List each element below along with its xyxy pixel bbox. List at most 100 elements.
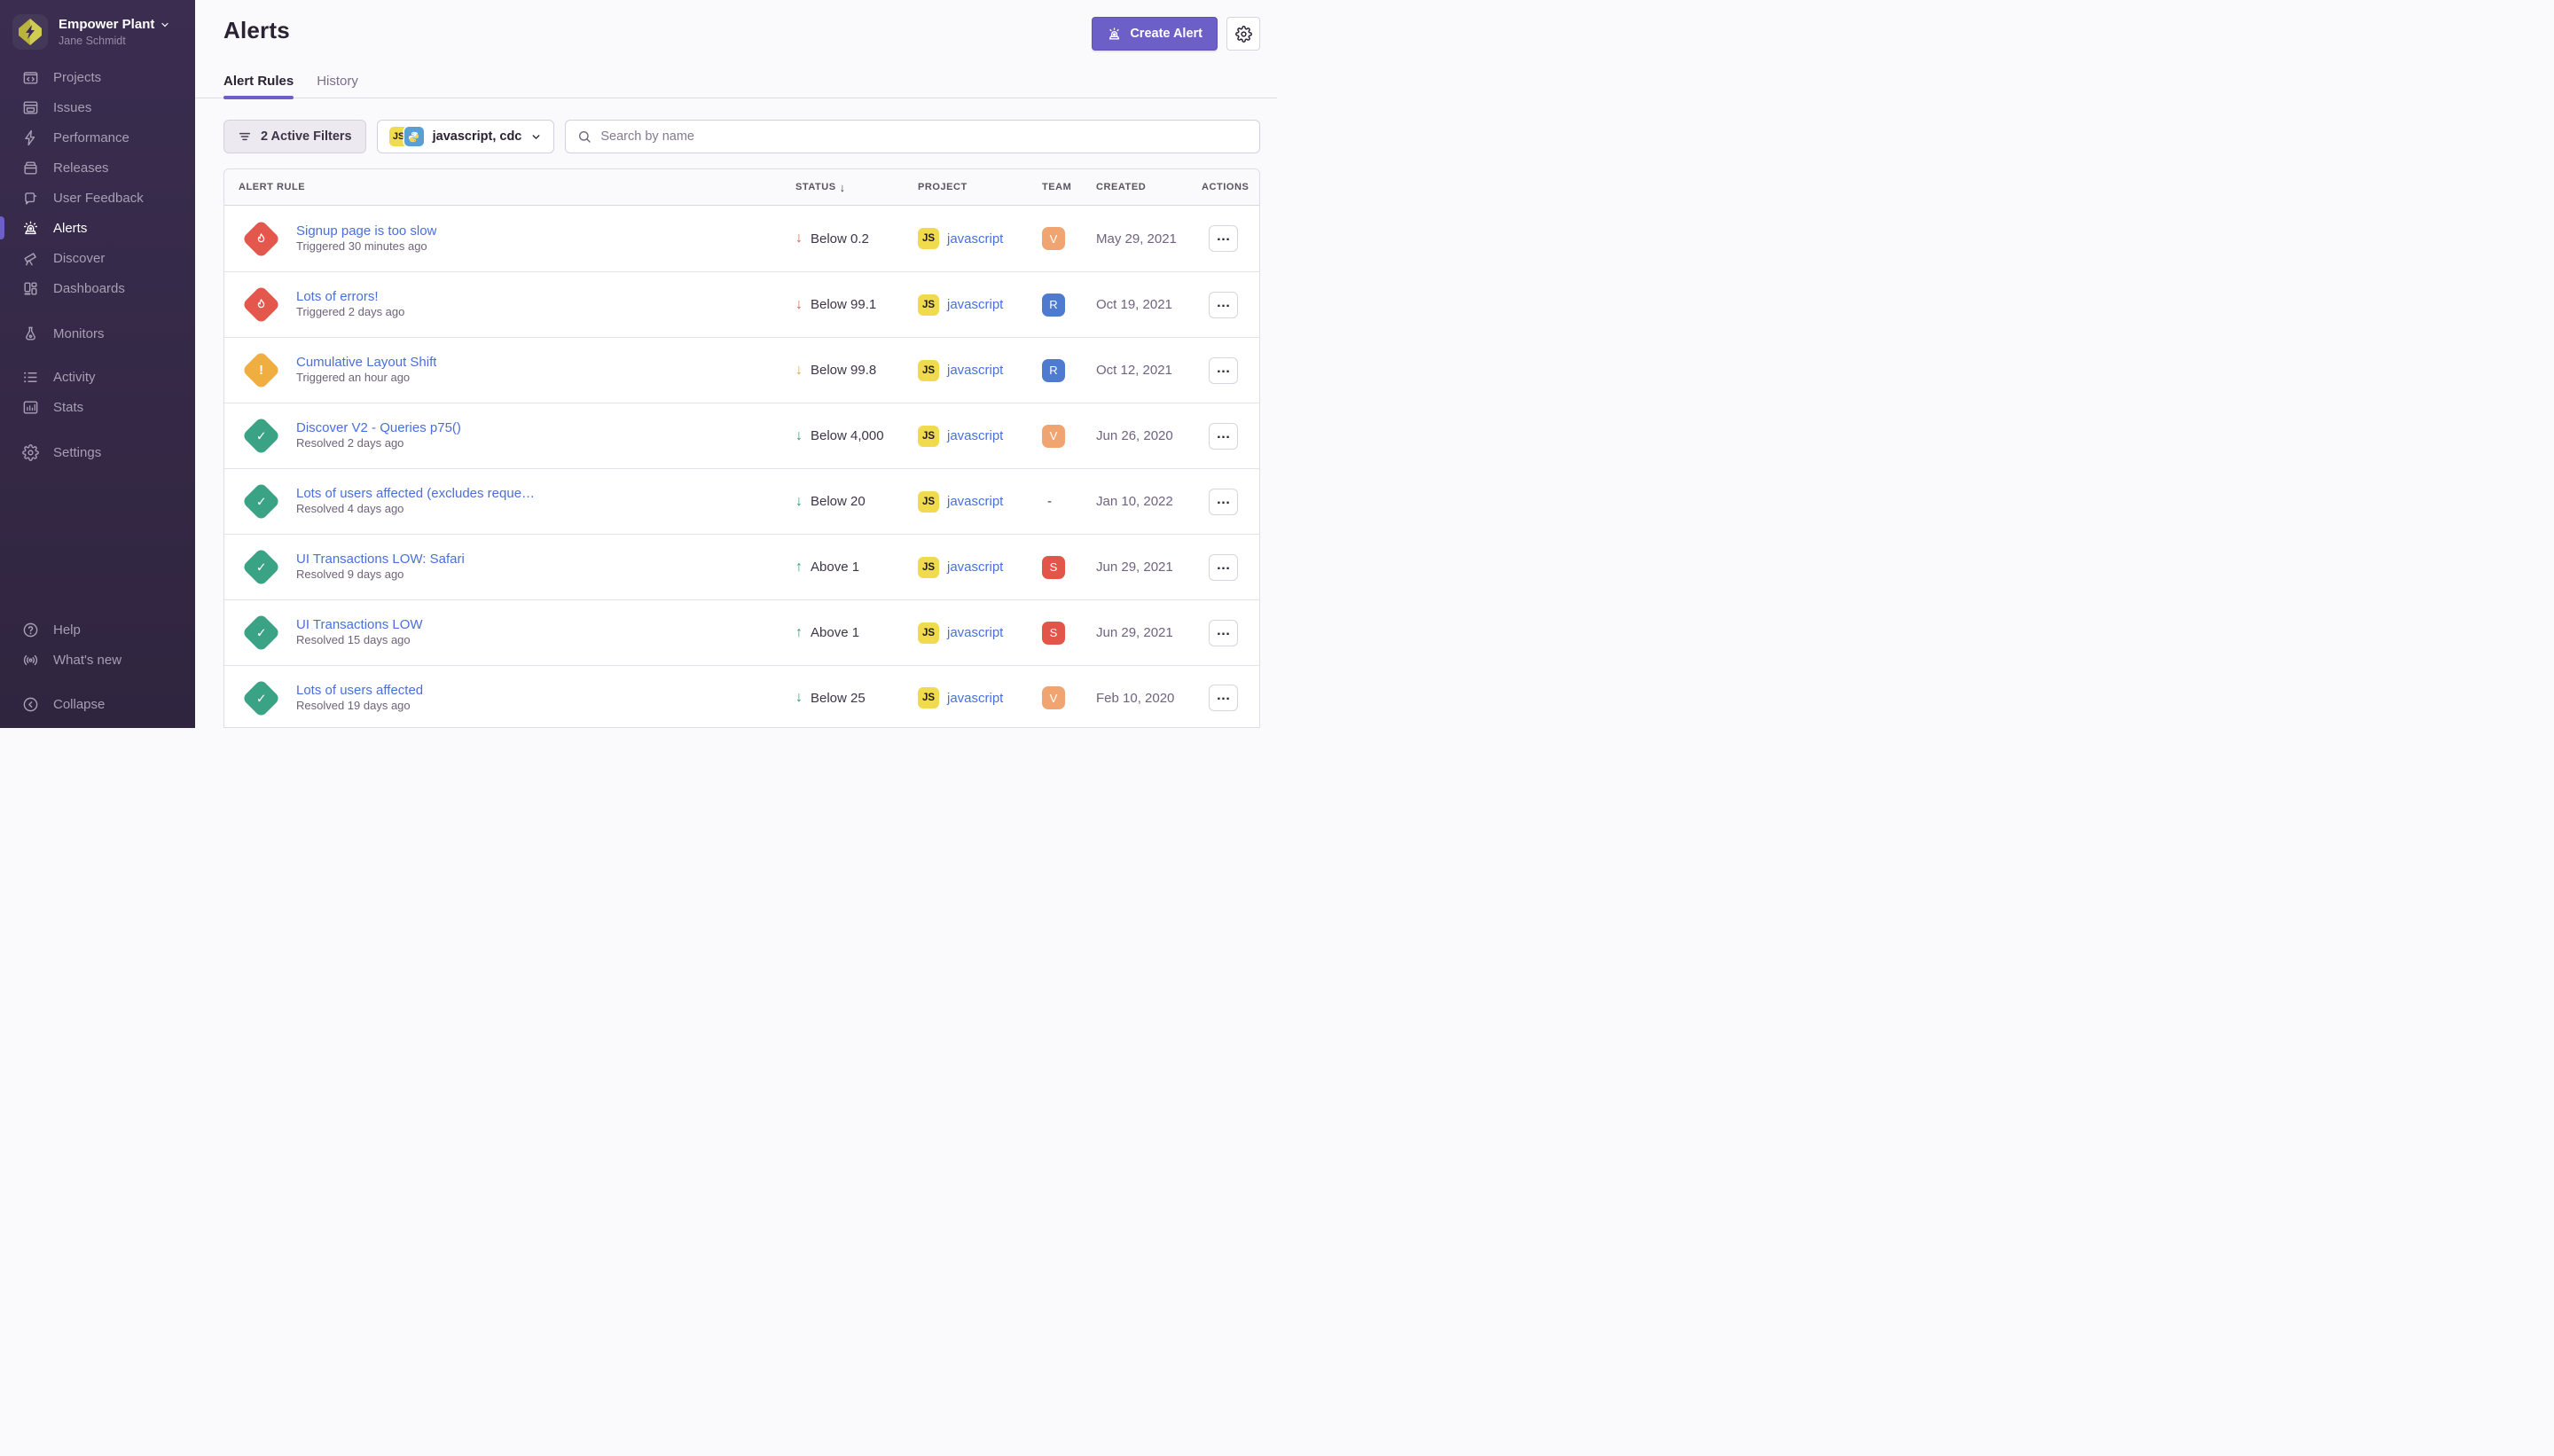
team-avatar[interactable]: R [1042,294,1065,317]
column-header-status[interactable]: Status↓ [795,181,918,194]
sidebar-item-issues[interactable]: Issues [0,92,195,122]
status-cell: ↓ Below 0.2 [795,231,918,247]
sidebar-item-collapse[interactable]: Collapse [0,689,195,719]
team-avatar[interactable]: V [1042,425,1065,448]
status-value: Above 1 [811,560,859,575]
status-value: Below 0.2 [811,231,869,247]
alert-rule-link[interactable]: Lots of users affected (excludes reque… [296,486,535,501]
user-feedback-icon [22,190,39,207]
team-avatar[interactable]: R [1042,359,1065,382]
active-filters-button[interactable]: 2 Active Filters [223,120,366,153]
chevron-down-icon [530,131,542,143]
table-row: ! ✓ Lots of errors! Triggered 2 days ago… [224,271,1259,337]
alert-rule-link[interactable]: Cumulative Layout Shift [296,355,436,370]
alert-severity-icon: ! ✓ [242,678,281,717]
sidebar-item-monitors[interactable]: Monitors [0,318,195,348]
table-row: ! ✓ UI Transactions LOW Resolved 15 days… [224,599,1259,665]
project-link[interactable]: javascript [947,691,1003,706]
alerts-settings-button[interactable] [1226,17,1260,51]
project-link[interactable]: javascript [947,297,1003,312]
team-cell: - [1042,494,1096,510]
row-actions-button[interactable]: … [1209,423,1238,450]
siren-icon [1107,27,1122,42]
column-header-project[interactable]: Project [918,182,1042,192]
org-switcher[interactable]: Empower Plant Jane Schmidt [0,11,195,62]
project-link[interactable]: javascript [947,428,1003,443]
column-header-created[interactable]: Created [1096,182,1202,192]
org-user-name: Jane Schmidt [59,35,170,48]
status-value: Below 4,000 [811,428,884,443]
tab-alert-rules[interactable]: Alert Rules [223,74,294,98]
sidebar-item-settings[interactable]: Settings [0,437,195,467]
javascript-platform-icon: JS [918,491,939,513]
project-cell: JS javascript [918,228,1042,249]
status-cell: ↑ Above 1 [795,625,918,641]
status-cell: ↓ Below 25 [795,690,918,706]
projects-icon [22,69,39,86]
sidebar-item-releases[interactable]: Releases [0,153,195,183]
alert-rule-link[interactable]: Lots of errors! [296,289,404,304]
team-avatar[interactable]: S [1042,556,1065,579]
sidebar-item-projects[interactable]: Projects [0,62,195,92]
team-avatar[interactable]: S [1042,622,1065,645]
alert-rule-subtitle: Triggered 2 days ago [296,305,404,318]
empower-plant-logo-icon [15,17,45,47]
row-actions-button[interactable]: … [1209,489,1238,515]
python-platform-icon [404,127,424,146]
threshold-direction-icon: ↓ [795,231,803,247]
alert-rule-subtitle: Resolved 2 days ago [296,436,403,450]
sidebar-item-user-feedback[interactable]: User Feedback [0,183,195,213]
alert-rule-link[interactable]: Discover V2 - Queries p75() [296,420,461,435]
team-cell: V [1042,227,1096,250]
project-cell: JS javascript [918,360,1042,381]
stats-bar-chart-icon [22,399,39,416]
project-link[interactable]: javascript [947,560,1003,575]
alert-rule-link[interactable]: Lots of users affected [296,683,423,698]
row-actions-button[interactable]: … [1209,554,1238,581]
javascript-platform-icon: JS [918,228,939,249]
row-actions-button[interactable]: … [1209,357,1238,384]
table-row: ! ✓ Signup page is too slow Triggered 30… [224,206,1259,271]
row-actions-button[interactable]: … [1209,620,1238,646]
alert-rule-link[interactable]: Signup page is too slow [296,223,436,239]
sidebar-item-help[interactable]: Help [0,614,195,645]
team-avatar[interactable]: V [1042,686,1065,709]
alert-rule-link[interactable]: UI Transactions LOW: Safari [296,552,465,567]
alerts-siren-icon [22,220,39,237]
project-cell: JS javascript [918,491,1042,513]
threshold-direction-icon: ↓ [795,363,803,379]
javascript-platform-icon: JS [918,557,939,578]
dashboards-icon [22,280,39,297]
sidebar-item-dashboards[interactable]: Dashboards [0,273,195,303]
search-input[interactable] [600,129,1248,144]
column-header-alert-rule[interactable]: Alert Rule [239,182,795,192]
alert-rule-subtitle: Triggered 30 minutes ago [296,239,427,253]
project-cell: JS javascript [918,426,1042,447]
no-team-dash: - [1042,494,1052,509]
sidebar-item-alerts[interactable]: Alerts [0,213,195,243]
project-link[interactable]: javascript [947,363,1003,378]
critical-flame-icon [255,232,268,246]
project-link[interactable]: javascript [947,231,1003,247]
alert-severity-icon: ! ✓ [242,417,281,456]
row-actions-button[interactable]: … [1209,292,1238,318]
sidebar-item-discover[interactable]: Discover [0,243,195,273]
sidebar-item-stats[interactable]: Stats [0,392,195,422]
project-cell: JS javascript [918,294,1042,316]
team-avatar[interactable]: V [1042,227,1065,250]
project-selector[interactable]: JS javascript, cdc [377,120,555,153]
row-actions-button[interactable]: … [1209,225,1238,252]
alert-severity-icon: ! ✓ [242,482,281,521]
sidebar-item-activity[interactable]: Activity [0,362,195,392]
org-name: Empower Plant [59,17,154,33]
alert-severity-icon: ! ✓ [242,614,281,653]
sidebar-item-performance[interactable]: Performance [0,122,195,153]
project-link[interactable]: javascript [947,494,1003,509]
alert-rule-link[interactable]: UI Transactions LOW [296,617,423,632]
row-actions-button[interactable]: … [1209,685,1238,711]
sidebar-item-whats-new[interactable]: What's new [0,645,195,675]
project-link[interactable]: javascript [947,625,1003,640]
create-alert-button[interactable]: Create Alert [1092,17,1218,51]
column-header-team[interactable]: Team [1042,182,1096,192]
tab-history[interactable]: History [317,74,358,98]
